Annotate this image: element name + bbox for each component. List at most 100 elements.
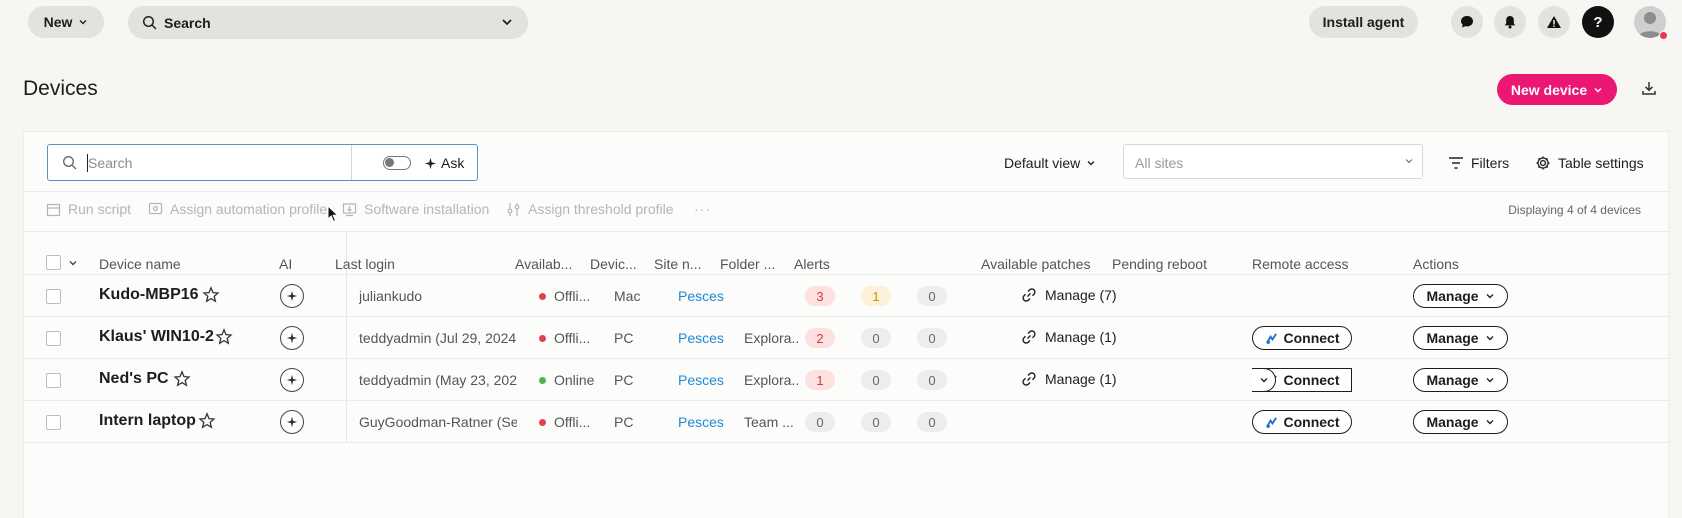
status-dot: [539, 376, 546, 384]
column-last-login[interactable]: Last login: [335, 256, 395, 272]
alert-badge-info[interactable]: 0: [917, 286, 947, 306]
availability-status: Online: [539, 372, 595, 388]
column-device-name[interactable]: Device name: [99, 256, 181, 272]
alert-badge-info[interactable]: 0: [917, 370, 947, 390]
alert-badge-warning[interactable]: 0: [861, 370, 891, 390]
row-checkbox[interactable]: [46, 289, 61, 304]
table-row[interactable]: Intern laptop GuyGoodman-Ratner (Sep 1 O…: [24, 401, 1670, 443]
search-icon: [63, 156, 77, 170]
column-availability[interactable]: Availab...: [515, 256, 572, 272]
assign-automation-profile-button[interactable]: Assign automation profile: [148, 201, 327, 217]
manage-label: Manage: [1426, 288, 1479, 304]
bell-icon[interactable]: [1494, 6, 1526, 38]
alert-badge-warning[interactable]: 1: [861, 286, 891, 306]
install-agent-button[interactable]: Install agent: [1309, 6, 1418, 38]
device-name[interactable]: Ned's PC: [99, 370, 169, 388]
manage-patches-link[interactable]: Manage (1): [1021, 371, 1117, 387]
default-view-dropdown[interactable]: Default view: [1004, 155, 1096, 171]
ai-assistant-icon[interactable]: [280, 284, 304, 308]
site-link[interactable]: Pesces: [678, 330, 724, 346]
alert-badge-critical[interactable]: 0: [805, 412, 835, 432]
alert-badge-critical[interactable]: 1: [805, 370, 835, 390]
help-icon[interactable]: ?: [1582, 6, 1614, 38]
alert-badge-info[interactable]: 0: [917, 328, 947, 348]
manage-patches-link[interactable]: Manage (7): [1021, 287, 1117, 303]
new-label: New: [43, 14, 73, 30]
alert-icon[interactable]: [1538, 6, 1570, 38]
chat-icon[interactable]: [1451, 6, 1483, 38]
column-site-name[interactable]: Site n...: [654, 256, 701, 272]
connect-button[interactable]: Connect: [1252, 326, 1352, 350]
link-icon: [1022, 330, 1036, 344]
column-ai[interactable]: AI: [279, 256, 292, 272]
site-link[interactable]: Pesces: [678, 372, 724, 388]
star-icon[interactable]: [198, 412, 216, 430]
ai-toggle[interactable]: [383, 156, 411, 170]
alert-badge-warning[interactable]: 0: [861, 328, 891, 348]
alert-badge-info[interactable]: 0: [917, 412, 947, 432]
site-link[interactable]: Pesces: [678, 414, 724, 430]
chevron-down-icon[interactable]: [68, 258, 78, 268]
link-icon: [1022, 288, 1036, 302]
table-settings-button[interactable]: Table settings: [1535, 155, 1644, 171]
sites-select[interactable]: All sites: [1123, 144, 1423, 179]
star-icon[interactable]: [215, 328, 233, 346]
column-available-patches[interactable]: Available patches: [981, 256, 1090, 272]
column-pending-reboot[interactable]: Pending reboot: [1112, 256, 1207, 272]
connect-button[interactable]: Connect: [1252, 410, 1352, 434]
table-row[interactable]: Ned's PC teddyadmin (May 23, 2024 Online…: [24, 359, 1670, 401]
ai-assistant-icon[interactable]: [280, 326, 304, 350]
manage-button[interactable]: Manage: [1413, 410, 1508, 434]
manage-button[interactable]: Manage: [1413, 326, 1508, 350]
row-checkbox[interactable]: [46, 331, 61, 346]
software-installation-button[interactable]: Software installation: [342, 201, 489, 217]
alert-badge-critical[interactable]: 3: [805, 286, 835, 306]
filters-button[interactable]: Filters: [1448, 155, 1509, 171]
manage-patches-label: Manage (7): [1045, 287, 1117, 303]
chevron-down-icon[interactable]: [500, 15, 514, 29]
table-row[interactable]: Kudo-MBP16 juliankudo Offli... Mac Pesce…: [24, 275, 1670, 317]
star-icon[interactable]: [173, 370, 191, 388]
ai-assistant-icon[interactable]: [280, 410, 304, 434]
row-checkbox[interactable]: [46, 415, 61, 430]
new-menu-button[interactable]: New: [28, 6, 104, 38]
run-script-button[interactable]: Run script: [46, 201, 131, 217]
site-link[interactable]: Pesces: [678, 288, 724, 304]
more-actions-button[interactable]: ···: [694, 201, 711, 217]
star-icon[interactable]: [202, 286, 220, 304]
column-alerts[interactable]: Alerts: [794, 256, 830, 272]
device-name[interactable]: Klaus' WIN10-2: [99, 328, 214, 346]
ai-assistant-icon[interactable]: [280, 368, 304, 392]
alert-badge-warning[interactable]: 0: [861, 412, 891, 432]
chevron-down-icon: [1405, 159, 1413, 164]
chevron-down-icon: [1087, 161, 1095, 166]
device-search-input[interactable]: Search Ask: [47, 144, 478, 181]
status-dot: [539, 334, 546, 342]
search-icon: [142, 15, 157, 30]
device-name[interactable]: Kudo-MBP16: [99, 286, 199, 304]
manage-button[interactable]: Manage: [1413, 368, 1508, 392]
select-all-checkbox[interactable]: [46, 255, 61, 270]
chevron-down-icon: [1486, 336, 1494, 341]
device-name[interactable]: Intern laptop: [99, 412, 196, 430]
column-remote-access[interactable]: Remote access: [1252, 256, 1348, 272]
global-search[interactable]: Search: [128, 6, 528, 39]
connect-label: Connect: [1283, 414, 1340, 430]
table-row[interactable]: Klaus' WIN10-2 teddyadmin (Jul 29, 2024 …: [24, 317, 1670, 359]
device-type: PC: [614, 372, 634, 388]
column-device-type[interactable]: Devic...: [590, 256, 637, 272]
column-folder[interactable]: Folder ...: [720, 256, 775, 272]
row-checkbox[interactable]: [46, 373, 61, 388]
download-icon[interactable]: [1641, 80, 1657, 101]
alert-badge-critical[interactable]: 2: [805, 328, 835, 348]
manage-patches-link[interactable]: Manage (1): [1021, 329, 1117, 345]
displaying-count: Displaying 4 of 4 devices: [1508, 203, 1641, 217]
manage-button[interactable]: Manage: [1413, 284, 1508, 308]
column-actions[interactable]: Actions: [1413, 256, 1459, 272]
assign-threshold-profile-button[interactable]: Assign threshold profile: [506, 201, 674, 217]
connect-options-button[interactable]: [1252, 368, 1276, 392]
remote-connect-icon: [1265, 332, 1277, 344]
manage-label: Manage: [1426, 330, 1479, 346]
ask-button[interactable]: Ask: [424, 155, 464, 171]
new-device-button[interactable]: New device: [1497, 74, 1617, 105]
